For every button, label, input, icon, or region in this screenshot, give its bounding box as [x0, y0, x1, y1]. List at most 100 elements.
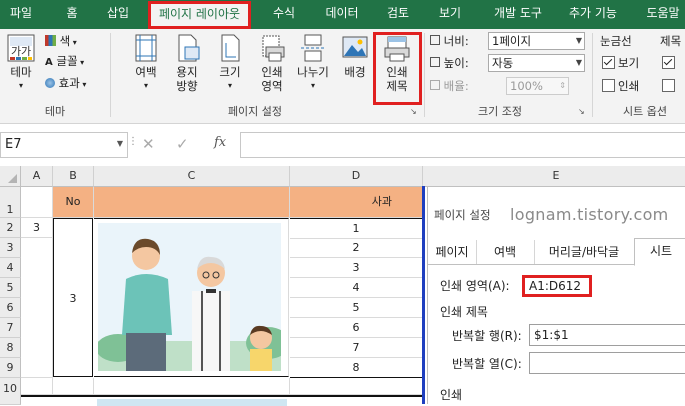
margins-icon — [132, 33, 160, 63]
orientation-button[interactable]: 용지 방향 — [167, 33, 207, 93]
data-cell-d9[interactable]: 8 — [290, 358, 423, 378]
tab-insert[interactable]: 삽입 — [98, 0, 138, 29]
formula-input[interactable] — [240, 132, 685, 158]
tab-add-ins[interactable]: 추가 기능 — [562, 0, 624, 29]
row-header[interactable]: 3 — [0, 238, 21, 258]
margins-button[interactable]: 여백 ▾ — [126, 33, 166, 93]
dialog-tab-header-footer[interactable]: 머리글/바닥글 — [534, 240, 635, 264]
width-select[interactable]: 1페이지 ▼ — [488, 32, 585, 50]
row-header[interactable]: 7 — [0, 318, 21, 338]
tab-review[interactable]: 검토 — [378, 0, 418, 29]
effects-label: 효과 — [58, 76, 80, 90]
print-area-button[interactable]: 인쇄 영역 — [252, 33, 292, 93]
formula-bar: E7 ▼ ⋮ ✕ ✓ fx — [0, 124, 685, 167]
width-label: 너비: — [443, 34, 469, 48]
tab-home[interactable]: 홈 — [54, 0, 90, 29]
cell-b10[interactable] — [53, 378, 94, 395]
dialog-tab-sheet[interactable]: 시트 — [634, 238, 685, 266]
margins-label: 여백 — [135, 65, 157, 79]
cell-d10[interactable] — [290, 378, 423, 395]
tab-file[interactable]: 파일 — [2, 0, 40, 29]
tab-developer[interactable]: 개발 도구 — [482, 0, 554, 29]
data-cell-d8[interactable]: 7 — [290, 338, 423, 358]
row-header[interactable]: 10 — [0, 378, 21, 405]
header-cell-apple[interactable]: 사과 — [290, 187, 423, 218]
dialog-launcher-icon[interactable]: ↘ — [578, 107, 585, 116]
grandfather-child-illustration — [98, 223, 281, 371]
tab-formulas[interactable]: 수식 — [262, 0, 306, 29]
row-header[interactable]: 2 — [0, 218, 21, 238]
cell-a2[interactable]: 3 — [21, 218, 53, 238]
height-select[interactable]: 자동 ▼ — [488, 54, 585, 72]
row-header[interactable]: 9 — [0, 358, 21, 378]
headings-view-checkbox[interactable] — [662, 54, 678, 72]
merged-cell-b[interactable]: 3 — [53, 218, 93, 377]
header-cell-c1[interactable] — [94, 187, 290, 218]
data-cell-d7[interactable]: 6 — [290, 318, 423, 338]
data-cell-d6[interactable]: 5 — [290, 298, 423, 318]
colors-button[interactable]: 색 ▾ — [45, 32, 77, 50]
effects-button[interactable]: 효과 ▾ — [45, 74, 86, 92]
column-header[interactable]: C — [94, 166, 290, 187]
ribbon-tab-bar: 파일 홈 삽입 페이지 레이아웃 수식 데이터 검토 보기 개발 도구 추가 기… — [0, 0, 685, 29]
print-titles-highlight — [373, 32, 422, 105]
repeat-rows-input[interactable]: $1:$1 — [529, 324, 685, 346]
cell-c10[interactable] — [94, 378, 290, 395]
header-cell-no[interactable]: No — [53, 187, 94, 218]
dialog-launcher-icon[interactable]: ↘ — [410, 107, 417, 116]
size-button[interactable]: 크기 ▾ — [210, 33, 250, 93]
data-cell-d3[interactable]: 2 — [290, 238, 423, 258]
cell-a10[interactable] — [21, 378, 53, 395]
insert-function-icon[interactable]: fx — [214, 135, 226, 150]
row-header[interactable]: 1 — [0, 187, 21, 218]
theme-group-label: 테마 — [44, 105, 66, 118]
background-label: 배경 — [344, 65, 366, 79]
data-cell-d2[interactable]: 1 — [290, 218, 423, 239]
enter-icon[interactable]: ✓ — [176, 135, 189, 153]
print-area-input[interactable]: A1:D612 — [522, 275, 592, 297]
repeat-cols-input[interactable] — [529, 352, 685, 374]
tab-data[interactable]: 데이터 — [318, 0, 366, 29]
tab-view[interactable]: 보기 — [430, 0, 470, 29]
gridlines-print-checkbox[interactable]: 인쇄 — [602, 77, 639, 95]
row-header[interactable]: 5 — [0, 278, 21, 298]
select-all-corner[interactable] — [0, 166, 21, 187]
fonts-button[interactable]: A 글꼴 ▾ — [45, 52, 84, 70]
name-box[interactable]: E7 ▼ — [0, 132, 128, 158]
next-record-row — [21, 395, 423, 406]
scale-icon — [430, 80, 440, 90]
column-header[interactable]: E — [427, 166, 685, 187]
breaks-button[interactable]: 나누기 ▾ — [292, 33, 334, 93]
orientation-label-1: 용지 — [176, 65, 198, 79]
print-area-label-2: 영역 — [261, 79, 283, 93]
cancel-icon[interactable]: ✕ — [142, 135, 155, 153]
chevron-down-icon: ▾ — [310, 81, 315, 90]
fonts-label: 글꼴 — [56, 54, 78, 68]
cell-a1[interactable] — [21, 187, 53, 218]
data-cell-d5[interactable]: 4 — [290, 278, 423, 298]
themes-button[interactable]: 가 가 테마 ▾ — [4, 33, 38, 93]
scale-spinner[interactable]: 100% ⇕ — [506, 77, 569, 95]
dialog-tab-page[interactable]: 페이지 — [428, 240, 477, 264]
column-header[interactable]: D — [290, 166, 423, 187]
height-value: 자동 — [492, 56, 514, 70]
column-header[interactable]: B — [53, 166, 94, 187]
height-label: 높이: — [443, 56, 469, 70]
headings-print-checkbox[interactable] — [662, 77, 678, 95]
gridlines-view-checkbox[interactable]: 보기 — [602, 54, 639, 72]
width-label-row: 너비: — [430, 32, 469, 50]
data-cell-d4[interactable]: 3 — [290, 258, 423, 278]
merged-cell-c[interactable] — [94, 218, 289, 377]
row-header[interactable]: 4 — [0, 258, 21, 278]
tab-page-layout[interactable]: 페이지 레이아웃 — [148, 1, 251, 29]
chevron-down-icon: ▾ — [227, 81, 232, 90]
page-setup-dialog: 페이지 설정 lognam.tistory.com 페이지 여백 머리글/바닥글… — [427, 187, 685, 404]
column-header[interactable]: A — [21, 166, 53, 187]
row-header[interactable]: 6 — [0, 298, 21, 318]
cell-a3-a9[interactable] — [21, 238, 53, 378]
background-button[interactable]: 배경 — [336, 33, 374, 79]
tab-help[interactable]: 도움말 — [638, 0, 685, 29]
row-header[interactable]: 8 — [0, 338, 21, 358]
chevron-down-icon: ▾ — [79, 80, 87, 89]
dialog-tab-margins[interactable]: 여백 — [476, 240, 535, 264]
